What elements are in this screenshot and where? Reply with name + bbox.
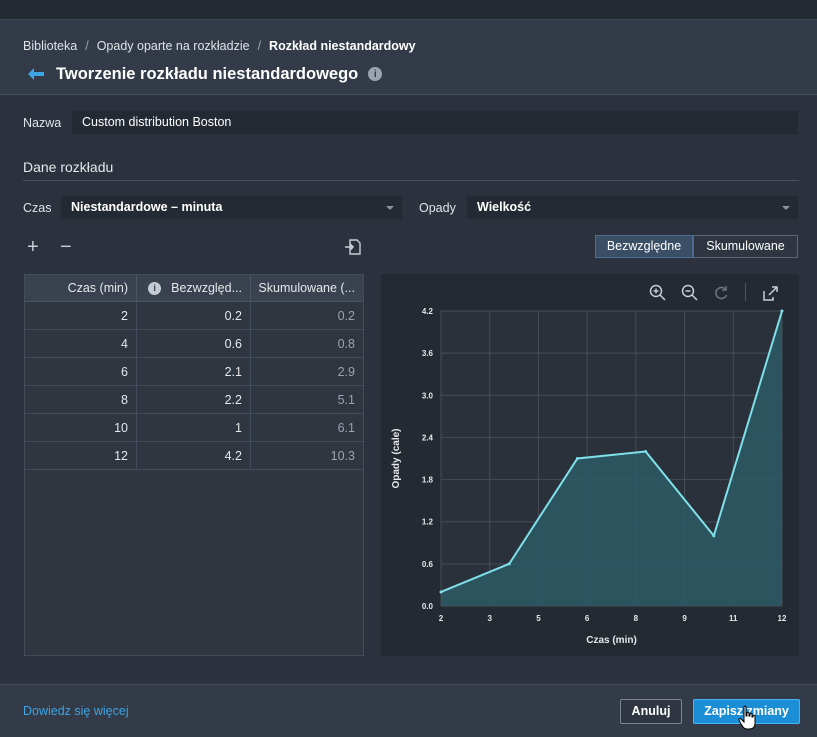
precip-select-value: Wielkość	[477, 200, 532, 214]
breadcrumb-separator: /	[257, 39, 262, 53]
cancel-button[interactable]: Anuluj	[620, 699, 682, 724]
learn-more-link[interactable]: Dowiedz się więcej	[23, 704, 129, 718]
x-tick-label: 12	[778, 614, 787, 623]
x-tick-label: 2	[439, 614, 444, 623]
y-tick-label: 0.6	[422, 560, 434, 569]
data-point	[439, 590, 443, 594]
zoom-out-icon[interactable]	[681, 284, 699, 302]
section-title: Dane rozkładu	[23, 159, 114, 175]
distribution-chart: 0.0 0.6 1.2 1.8 2.4 3.0 3.6 4.2 2 3 5 6 8 9 11 12 Czas (…	[391, 307, 787, 646]
time-select[interactable]: Niestandardowe – minuta	[60, 195, 403, 220]
cell-absolute[interactable]: 0.2	[137, 302, 251, 329]
cell-absolute[interactable]: 2.2	[137, 386, 251, 413]
toggle-absolute-button[interactable]: Bezwzględne	[595, 235, 693, 258]
x-tick-label: 6	[585, 614, 590, 623]
data-point	[507, 562, 511, 566]
section-divider	[23, 180, 799, 181]
page-header: Biblioteka / Opady oparte na rozkładzie …	[0, 20, 817, 95]
x-tick-label: 5	[536, 614, 541, 623]
remove-row-icon[interactable]: −	[60, 237, 72, 257]
info-icon[interactable]: i	[148, 281, 162, 295]
x-tick-label: 9	[682, 614, 687, 623]
cell-absolute[interactable]: 4.2	[137, 442, 251, 469]
add-row-icon[interactable]: +	[27, 237, 39, 257]
cell-time[interactable]: 6	[25, 358, 137, 385]
column-header-cumulative[interactable]: Skumulowane (...	[251, 275, 363, 301]
y-tick-label: 3.6	[422, 349, 434, 358]
table-header: Czas (min) i Bezwzględ... Skumulowane (.…	[25, 275, 363, 302]
cell-absolute[interactable]: 1	[137, 414, 251, 441]
toggle-cumulative-button[interactable]: Skumulowane	[693, 235, 798, 258]
chevron-down-icon	[782, 206, 790, 210]
import-icon[interactable]	[344, 238, 362, 256]
cell-cumulative: 10.3	[330, 448, 355, 463]
column-header-absolute[interactable]: i Bezwzględ...	[137, 275, 251, 301]
toolbar-divider	[745, 283, 746, 301]
time-label: Czas	[23, 201, 52, 215]
y-tick-label: 2.4	[422, 433, 434, 442]
x-tick-label: 3	[487, 614, 492, 623]
breadcrumb-current: Rozkład niestandardowy	[269, 39, 416, 53]
data-point	[644, 449, 648, 453]
cell-cumulative: 0.2	[337, 308, 355, 323]
data-point	[712, 534, 716, 538]
cell-cumulative: 5.1	[337, 392, 355, 407]
cell-time[interactable]: 2	[25, 302, 137, 329]
cell-time[interactable]: 4	[25, 330, 137, 357]
y-tick-label: 4.2	[422, 307, 434, 316]
chevron-down-icon	[386, 206, 394, 210]
back-arrow-icon[interactable]	[26, 64, 46, 84]
page-title: Tworzenie rozkładu niestandardowego	[56, 64, 359, 83]
x-tick-label: 8	[634, 614, 639, 623]
info-icon[interactable]: i	[368, 67, 383, 81]
breadcrumb-item-library[interactable]: Biblioteka	[23, 39, 77, 53]
hand-cursor-icon	[738, 705, 758, 734]
time-select-value: Niestandardowe – minuta	[71, 200, 223, 214]
cell-cumulative: 6.1	[337, 420, 355, 435]
title-row: Tworzenie rozkładu niestandardowego i	[26, 64, 383, 84]
precip-select[interactable]: Wielkość	[466, 195, 799, 220]
reset-zoom-icon[interactable]	[713, 284, 731, 302]
cell-absolute[interactable]: 0.6	[137, 330, 251, 357]
cell-time[interactable]: 12	[25, 442, 137, 469]
breadcrumb: Biblioteka / Opady oparte na rozkładzie …	[23, 39, 416, 53]
table-row[interactable]: 2 0.2 0.2	[25, 302, 363, 330]
precip-label: Opady	[419, 201, 456, 215]
name-label: Nazwa	[23, 116, 62, 130]
y-tick-label: 1.2	[422, 518, 434, 527]
cell-time[interactable]: 10	[25, 414, 137, 441]
table-row[interactable]: 6 2.1 2.9	[25, 358, 363, 386]
table-row[interactable]: 10 1 6.1	[25, 414, 363, 442]
expand-icon[interactable]	[762, 284, 780, 302]
data-point	[780, 309, 784, 313]
y-tick-label: 0.0	[422, 602, 434, 611]
table-row[interactable]: 4 0.6 0.8	[25, 330, 363, 358]
table-row[interactable]: 12 4.2 10.3	[25, 442, 363, 470]
cell-cumulative: 2.9	[337, 364, 355, 379]
x-axis-label: Czas (min)	[586, 635, 637, 646]
data-point	[575, 457, 579, 460]
zoom-in-icon[interactable]	[649, 284, 667, 302]
cell-cumulative: 0.8	[337, 336, 355, 351]
y-tick-label: 3.0	[422, 391, 434, 400]
column-header-time[interactable]: Czas (min)	[25, 275, 137, 301]
top-bar	[0, 0, 817, 20]
breadcrumb-separator: /	[85, 39, 89, 53]
y-tick-label: 1.8	[422, 476, 434, 485]
column-header-absolute-label: Bezwzględ...	[171, 281, 242, 295]
chart-panel: 0.0 0.6 1.2 1.8 2.4 3.0 3.6 4.2 2 3 5 6 8 9 11 12 Czas (…	[381, 274, 799, 656]
distribution-table: Czas (min) i Bezwzględ... Skumulowane (.…	[24, 274, 364, 656]
y-axis-label: Opady (cale)	[391, 428, 402, 488]
cell-time[interactable]: 8	[25, 386, 137, 413]
x-tick-label: 11	[729, 614, 738, 623]
cell-absolute[interactable]: 2.1	[137, 358, 251, 385]
name-input[interactable]: Custom distribution Boston	[71, 110, 799, 135]
table-row[interactable]: 8 2.2 5.1	[25, 386, 363, 414]
breadcrumb-item-distribution-rainfall[interactable]: Opady oparte na rozkładzie	[97, 39, 250, 53]
